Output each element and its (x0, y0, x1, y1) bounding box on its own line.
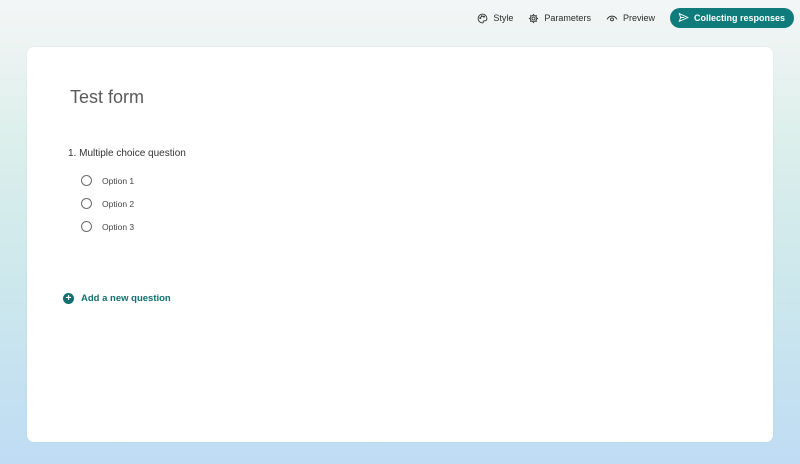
parameters-button[interactable]: Parameters (528, 13, 591, 24)
top-toolbar: Style Parameters Preview Collecting resp… (0, 0, 800, 36)
preview-label: Preview (622, 13, 655, 23)
add-question-button[interactable]: + Add a new question (63, 293, 171, 304)
radio-button[interactable] (81, 175, 92, 186)
style-button[interactable]: Style (477, 13, 513, 24)
question-title[interactable]: 1. Multiple choice question (68, 148, 668, 159)
collecting-responses-button[interactable]: Collecting responses (669, 8, 794, 28)
gear-icon (528, 13, 539, 24)
option-label: Option 1 (102, 175, 135, 186)
form-title[interactable]: Test form (70, 87, 144, 108)
question-1[interactable]: 1. Multiple choice question Option 1 Opt… (68, 148, 668, 242)
palette-icon (477, 13, 488, 24)
collecting-responses-label: Collecting responses (693, 13, 785, 23)
plus-circle-icon: + (63, 293, 74, 304)
radio-button[interactable] (81, 198, 92, 209)
send-icon (678, 12, 689, 25)
radio-button[interactable] (81, 221, 92, 232)
parameters-label: Parameters (544, 13, 591, 23)
form-card: Test form 1. Multiple choice question Op… (27, 47, 773, 442)
option-3[interactable]: Option 3 (81, 211, 668, 242)
eye-icon (606, 13, 618, 24)
style-label: Style (493, 13, 514, 23)
option-label: Option 3 (102, 221, 135, 232)
option-label: Option 2 (102, 198, 135, 209)
add-question-label: Add a new question (81, 293, 171, 304)
preview-button[interactable]: Preview (606, 13, 655, 24)
